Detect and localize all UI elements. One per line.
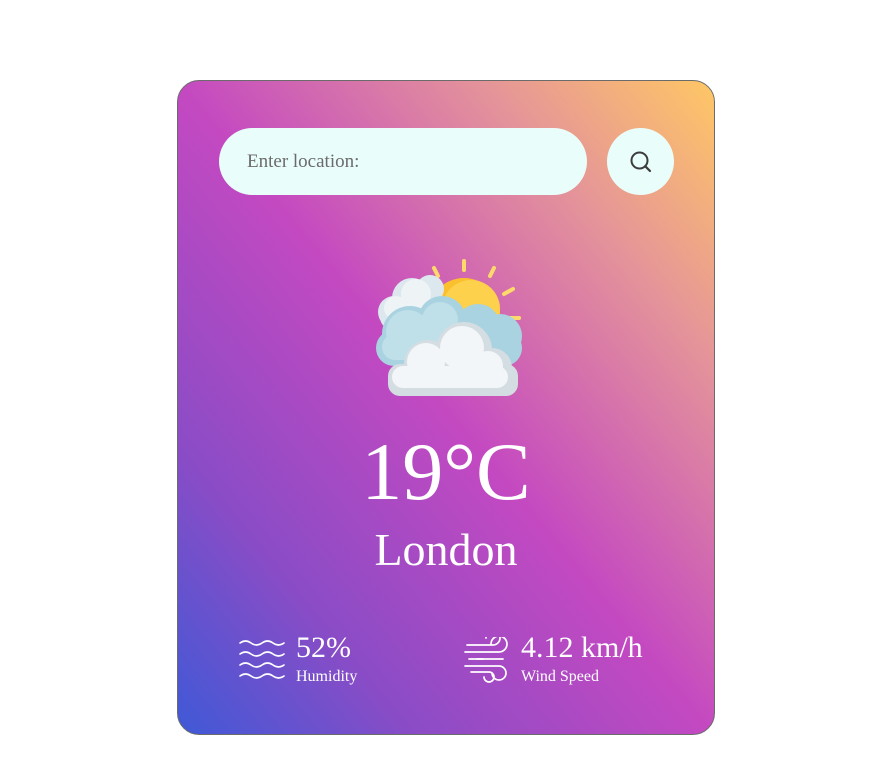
wind-speed-label: Wind Speed [521, 668, 600, 685]
humidity-text: 52% Humidity [296, 633, 357, 685]
city-name: London [374, 524, 518, 575]
search-icon [630, 151, 651, 172]
wind-speed-value: 4.12 km/h [521, 631, 643, 664]
weather-card: 19°C London 52% Humidity [177, 80, 715, 735]
wind-stat: 4.12 km/h Wind Speed [463, 633, 643, 685]
partly-cloudy-icon [376, 259, 522, 396]
humidity-value: 52% [296, 631, 351, 664]
humidity-waves-icon [239, 640, 285, 679]
location-search-input[interactable] [219, 128, 587, 195]
temperature-value: 19°C [361, 426, 531, 517]
humidity-stat: 52% Humidity [238, 633, 357, 685]
wind-icon [464, 637, 508, 683]
wind-text: 4.12 km/h Wind Speed [521, 633, 643, 685]
humidity-label: Humidity [296, 668, 358, 685]
search-button[interactable] [607, 128, 674, 195]
